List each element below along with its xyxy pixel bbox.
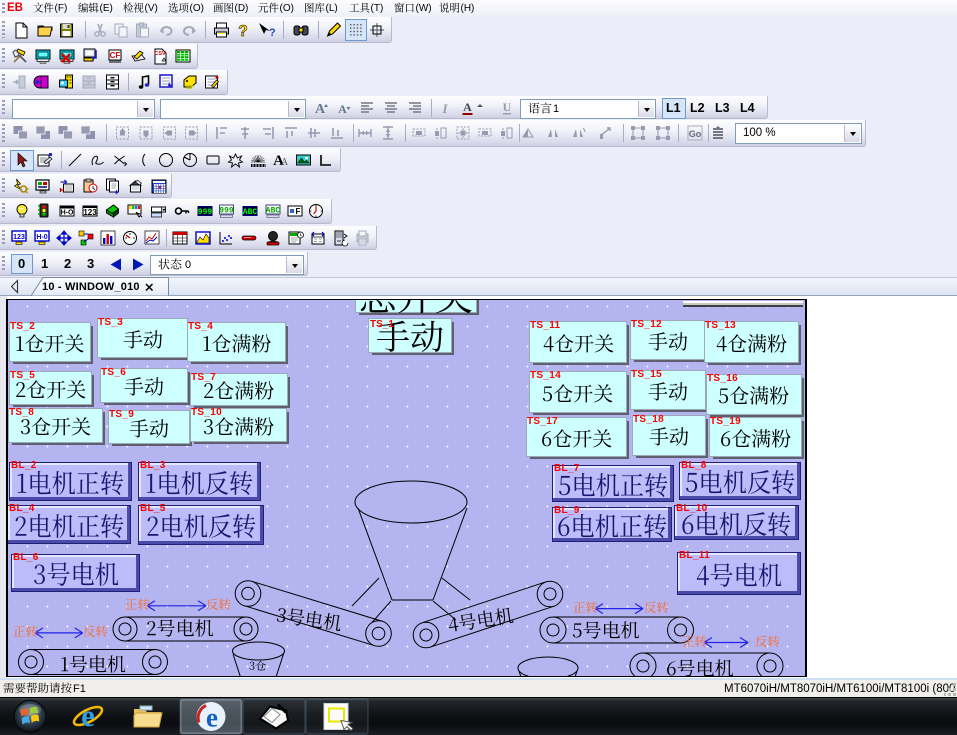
- svg-text:123: 123: [13, 234, 25, 241]
- svg-text:A: A: [315, 102, 326, 117]
- svg-text:CSV: CSV: [154, 51, 166, 57]
- svg-text:?: ?: [269, 27, 276, 39]
- svg-text:123: 123: [83, 208, 97, 217]
- svg-text:e: e: [206, 703, 218, 733]
- svg-text:H-0: H-0: [36, 234, 47, 241]
- svg-text:999: 999: [219, 207, 234, 216]
- svg-text:Go: Go: [689, 129, 702, 139]
- svg-text:ABC: ABC: [243, 208, 258, 217]
- svg-text:999: 999: [198, 208, 213, 217]
- svg-text:H-O: H-O: [61, 210, 74, 217]
- svg-text:?: ?: [238, 23, 248, 40]
- svg-text:CF: CF: [110, 51, 121, 60]
- svg-text:ABC: ABC: [266, 207, 281, 216]
- svg-text:A: A: [281, 157, 289, 168]
- svg-text:I: I: [441, 101, 448, 116]
- svg-text:U: U: [503, 100, 512, 114]
- svg-text:e: e: [81, 698, 95, 733]
- svg-text:A: A: [338, 102, 347, 116]
- svg-text:F: F: [296, 207, 301, 216]
- svg-text:A: A: [463, 100, 472, 114]
